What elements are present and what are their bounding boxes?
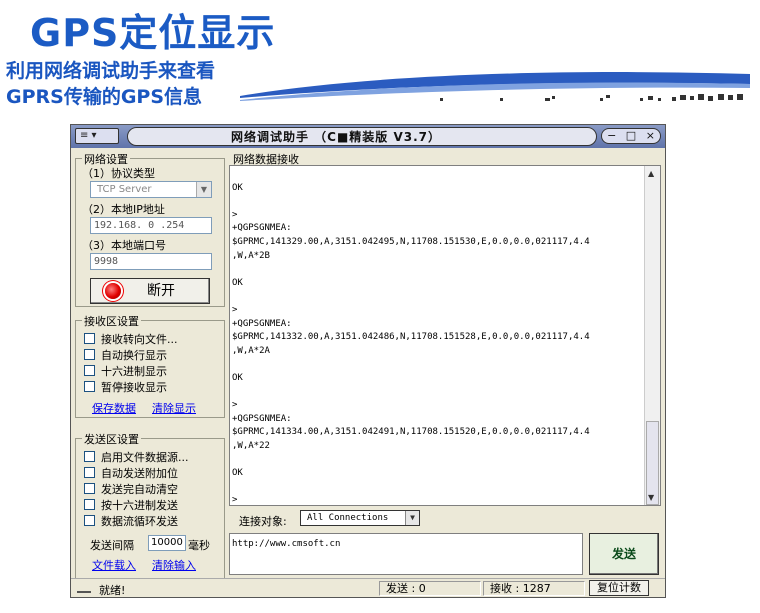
- connection-value: All Connections: [307, 513, 389, 523]
- receive-line: [232, 263, 640, 277]
- slide-subtitle-1: 利用网络调试助手来查看: [6, 60, 216, 82]
- send-settings-group: 发送区设置 启用文件数据源... 自动发送附加位 发送完自动清空 按十六进制发送…: [75, 431, 225, 583]
- close-icon[interactable]: ×: [646, 129, 655, 142]
- send-text-area[interactable]: http://www.cmsoft.cn: [229, 533, 583, 575]
- receive-line: [232, 168, 640, 182]
- protocol-value: TCP Server: [97, 184, 152, 195]
- file-source-checkbox[interactable]: 启用文件数据源...: [84, 449, 189, 464]
- receive-settings-legend: 接收区设置: [82, 313, 141, 329]
- protocol-label: （1）协议类型: [82, 167, 155, 180]
- send-interval-label: 发送间隔: [90, 539, 134, 552]
- send-settings-legend: 发送区设置: [82, 431, 141, 447]
- disconnect-button[interactable]: 断开: [90, 278, 210, 304]
- decorative-swoosh: [240, 72, 750, 101]
- receive-line: +QGPSGNMEA:: [232, 223, 292, 234]
- receive-line: OK: [232, 468, 243, 479]
- slide-title: GPS定位显示: [30, 11, 276, 55]
- receive-text: OK > +QGPSGNMEA: $GPRMC,141329.00,A,3151.0…: [232, 168, 640, 506]
- local-ip-input[interactable]: 192.168. 0 .254: [90, 217, 212, 234]
- disconnect-button-label: 断开: [147, 283, 175, 299]
- hex-send-checkbox[interactable]: 按十六进制发送: [84, 497, 178, 512]
- receive-line: [232, 481, 640, 495]
- receive-line: OK: [232, 277, 243, 288]
- receive-line: >: [232, 209, 238, 220]
- receive-to-file-checkbox[interactable]: 接收转向文件...: [84, 331, 178, 346]
- receive-line: [232, 290, 640, 304]
- connection-status-icon: [105, 283, 121, 299]
- send-button[interactable]: 发送: [589, 533, 659, 575]
- received-count: 接收 : 1287: [483, 581, 585, 596]
- receive-line: >: [232, 400, 238, 411]
- receive-line: ,W,A*22: [232, 440, 270, 451]
- receive-line: [232, 453, 640, 467]
- receive-line: $GPRMC,141329.00,A,3151.042495,N,11708.1…: [232, 236, 590, 247]
- local-port-label: （3）本地端口号: [82, 239, 166, 252]
- send-interval-input[interactable]: 10000: [148, 535, 186, 551]
- loop-send-checkbox[interactable]: 数据流循环发送: [84, 513, 178, 528]
- receive-line: +QGPSGNMEA:: [232, 318, 292, 329]
- receive-line: >: [232, 304, 238, 315]
- status-icon: [77, 583, 91, 593]
- scroll-up-icon[interactable]: ▲: [648, 169, 654, 178]
- receive-line: $GPRMC,141332.00,A,3151.042486,N,11708.1…: [232, 332, 590, 343]
- auto-append-checkbox[interactable]: 自动发送附加位: [84, 465, 178, 480]
- sent-count: 发送 : 0: [379, 581, 481, 596]
- status-ready: 就绪!: [99, 584, 126, 597]
- send-interval-unit: 毫秒: [188, 539, 210, 552]
- local-port-input[interactable]: 9998: [90, 253, 212, 270]
- receive-text-area[interactable]: OK > +QGPSGNMEA: $GPRMC,141329.00,A,3151.0…: [229, 165, 661, 506]
- receive-line: >: [232, 495, 238, 506]
- receive-line: [232, 195, 640, 209]
- clear-display-link[interactable]: 清除显示: [152, 400, 196, 416]
- reset-count-button[interactable]: 复位计数: [589, 580, 649, 596]
- scroll-down-icon[interactable]: ▼: [648, 493, 654, 502]
- receive-line: ,W,A*2B: [232, 250, 270, 261]
- minimize-icon[interactable]: −: [607, 129, 616, 142]
- hex-display-checkbox[interactable]: 十六进制显示: [84, 363, 167, 378]
- receive-line: $GPRMC,141334.00,A,3151.042491,N,11708.1…: [232, 427, 590, 438]
- window-title: 网络调试助手 （C■精装版 V3.7）: [230, 130, 442, 144]
- chevron-down-icon[interactable]: ▼: [196, 182, 211, 197]
- connection-label: 连接对象:: [239, 515, 287, 528]
- auto-wrap-checkbox[interactable]: 自动换行显示: [84, 347, 167, 362]
- receive-line: +QGPSGNMEA:: [232, 413, 292, 424]
- local-ip-label: （2）本地IP地址: [82, 203, 165, 216]
- receive-line: [232, 358, 640, 372]
- receive-line: OK: [232, 182, 243, 193]
- status-bar: 就绪! 发送 : 0 接收 : 1287 复位计数: [71, 578, 665, 597]
- load-file-link[interactable]: 文件载入: [92, 557, 136, 573]
- maximize-icon[interactable]: □: [626, 129, 636, 142]
- pause-receive-checkbox[interactable]: 暂停接收显示: [84, 379, 167, 394]
- receive-line: OK: [232, 372, 243, 383]
- chevron-down-icon[interactable]: ▼: [405, 511, 419, 525]
- receive-line: ,W,A*2A: [232, 345, 270, 356]
- title-bar: ≡ ▾ 网络调试助手 （C■精装版 V3.7） − □ ×: [71, 125, 665, 148]
- auto-clear-checkbox[interactable]: 发送完自动清空: [84, 481, 178, 496]
- receive-line: [232, 386, 640, 400]
- window-controls: − □ ×: [601, 128, 661, 144]
- save-data-link[interactable]: 保存数据: [92, 400, 136, 416]
- receive-scrollbar[interactable]: ▲ ▼: [644, 166, 660, 505]
- network-debug-assistant-window: ≡ ▾ 网络调试助手 （C■精装版 V3.7） − □ × 网络设置 （1）协议…: [70, 124, 666, 598]
- receive-settings-group: 接收区设置 接收转向文件... 自动换行显示 十六进制显示 暂停接收显示 保存数…: [75, 313, 225, 418]
- connection-select[interactable]: All Connections ▼: [300, 510, 420, 526]
- clear-input-link[interactable]: 清除输入: [152, 557, 196, 573]
- protocol-select[interactable]: TCP Server ▼: [90, 181, 212, 198]
- slide-subtitle-2: GPRS传输的GPS信息: [6, 86, 203, 108]
- window-menu-button[interactable]: ≡ ▾: [75, 128, 119, 144]
- network-settings-group: 网络设置 （1）协议类型 TCP Server ▼ （2）本地IP地址 192.…: [75, 151, 225, 307]
